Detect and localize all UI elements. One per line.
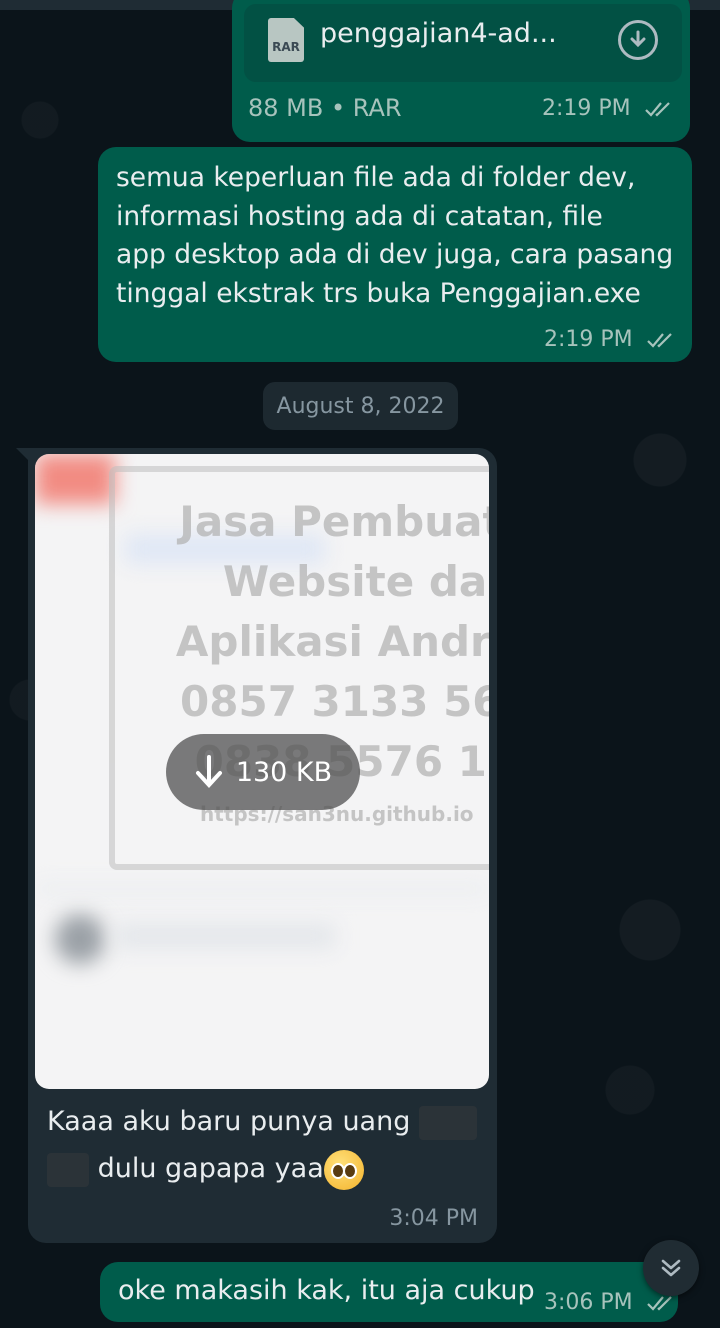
message-line: informasi hosting ada di catatan, file [116, 200, 603, 232]
scroll-to-bottom-button[interactable] [643, 1240, 699, 1296]
message-time: 3:04 PM [389, 1206, 478, 1231]
time-text: 2:19 PM [544, 327, 633, 352]
file-name: penggajian4-ad... [320, 18, 557, 49]
message-time: 3:06 PM [544, 1290, 676, 1315]
rar-file-icon: RAR [268, 18, 304, 62]
caption-text: Kaaa aku baru punya uang [47, 1106, 411, 1137]
date-separator: August 8, 2022 [263, 382, 458, 430]
watermark-line: Website dan [222, 557, 489, 606]
download-arrow-icon [630, 30, 646, 48]
image-download-button[interactable]: 130 KB [166, 734, 360, 810]
caption-text: dulu gapapa yaa [97, 1153, 324, 1184]
double-check-icon [646, 1296, 672, 1311]
redacted-block [47, 1152, 89, 1187]
double-chevron-down-icon [661, 1259, 681, 1277]
watermark-line: 0857 3133 5660 [180, 677, 489, 726]
blurred-region [115, 924, 335, 948]
image-message-bubble[interactable]: Jasa Pembuatan Website dan Aplikasi Andr… [16, 448, 497, 1243]
time-text: 3:06 PM [544, 1290, 633, 1315]
download-arrow-icon [195, 755, 222, 788]
message-line: tinggal ekstrak trs buka Penggajian.exe [116, 277, 641, 309]
redacted-block [418, 1105, 477, 1140]
double-check-icon [646, 333, 672, 348]
blurred-region [35, 454, 115, 504]
image-preview[interactable]: Jasa Pembuatan Website dan Aplikasi Andr… [35, 454, 489, 1089]
file-type-label: RAR [272, 40, 300, 54]
blurred-region [55, 914, 105, 964]
message-text: semua keperluan file ada di folder dev, … [116, 159, 682, 313]
time-text: 2:19 PM [542, 96, 631, 121]
double-check-icon [644, 102, 670, 117]
file-message-bubble[interactable]: RAR penggajian4-ad... 88 MB • RAR 2:19 P… [232, 0, 690, 142]
file-attachment-card[interactable]: RAR penggajian4-ad... [244, 4, 682, 82]
download-button[interactable] [618, 20, 658, 60]
text-message-bubble[interactable]: semua keperluan file ada di folder dev, … [98, 147, 692, 362]
text-message-bubble[interactable]: oke makasih kak, itu aja cukup 3:06 PM [100, 1262, 678, 1322]
message-line: semua keperluan file ada di folder dev, [116, 162, 636, 193]
image-size-label: 130 KB [235, 756, 333, 788]
message-line: app desktop ada di dev juga, cara pasang [116, 239, 674, 270]
blurred-region [35, 884, 489, 894]
watermark-line: Aplikasi Android [175, 617, 489, 666]
message-time: 2:19 PM [544, 327, 676, 352]
message-text: oke makasih kak, itu aja cukup [118, 1275, 535, 1306]
file-meta: 88 MB • RAR [248, 94, 402, 122]
pleading-face-emoji [323, 1149, 364, 1190]
watermark-line: Jasa Pembuatan [179, 497, 489, 546]
message-time: 2:19 PM [542, 96, 674, 121]
image-caption: Kaaa aku baru punya uang dulu gapapa yaa [47, 1098, 487, 1192]
